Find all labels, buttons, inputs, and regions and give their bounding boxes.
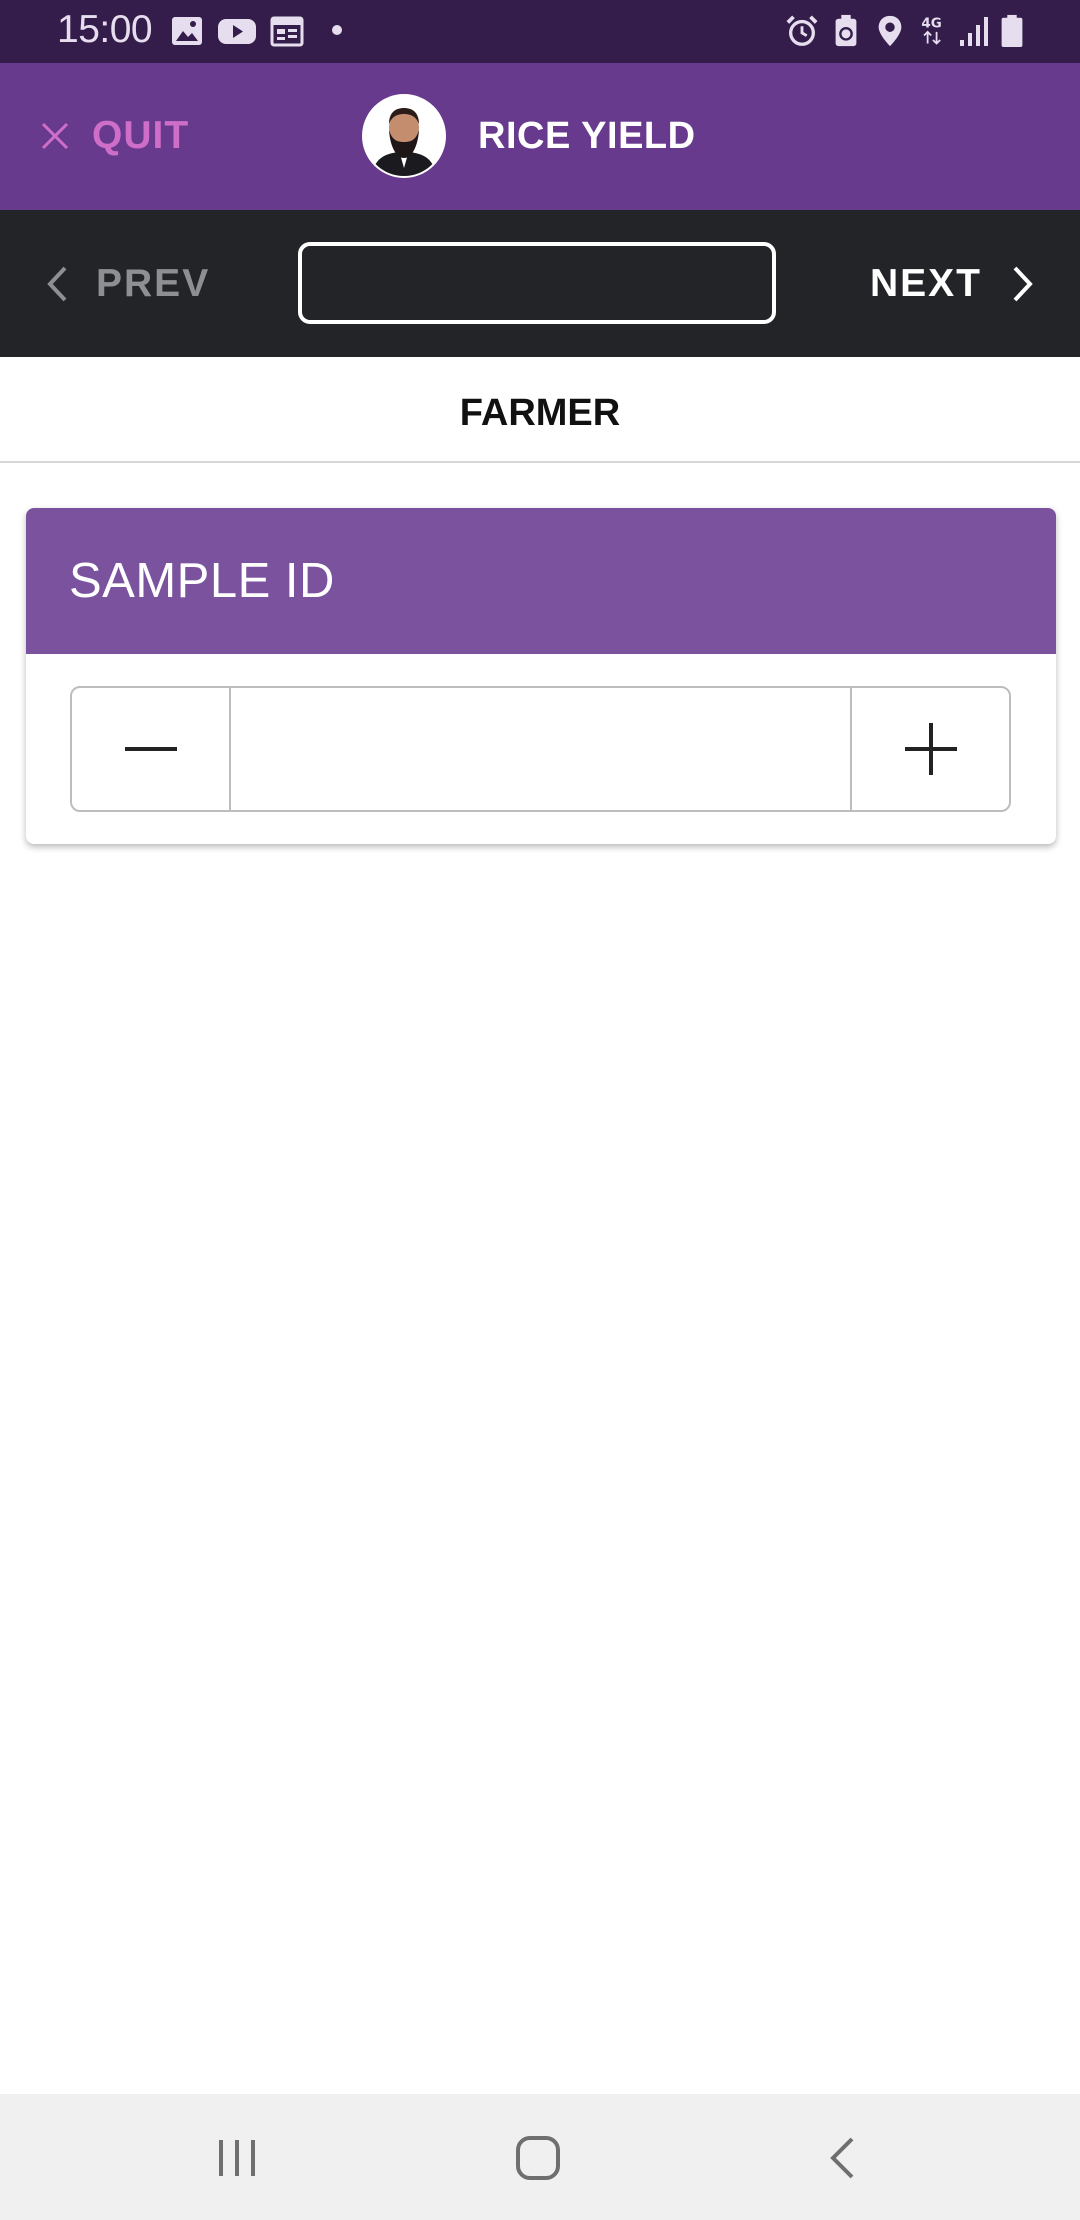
sample-id-stepper bbox=[70, 686, 1011, 812]
avatar bbox=[362, 94, 446, 178]
status-bar: 15:00 4G bbox=[0, 0, 1080, 63]
increment-button[interactable] bbox=[852, 688, 1009, 810]
question-nav-bar: PREV NEXT bbox=[0, 210, 1080, 357]
recent-apps-button[interactable] bbox=[207, 2130, 267, 2186]
app-title: RICE YIELD bbox=[478, 115, 696, 157]
close-icon bbox=[41, 122, 69, 150]
image-icon bbox=[172, 17, 202, 45]
decrement-button[interactable] bbox=[72, 688, 229, 810]
card-header: SAMPLE ID bbox=[26, 508, 1056, 654]
minus-icon bbox=[124, 747, 177, 751]
app-header: QUIT RICE YIELD bbox=[0, 63, 1080, 210]
prev-button[interactable]: PREV bbox=[46, 256, 210, 312]
calendar-icon bbox=[270, 16, 304, 47]
signal-icon bbox=[960, 17, 988, 46]
quit-label: QUIT bbox=[92, 114, 190, 157]
battery-saver-icon bbox=[835, 14, 857, 47]
battery-icon bbox=[1001, 14, 1023, 48]
chevron-left-icon bbox=[47, 266, 67, 302]
recent-apps-icon bbox=[219, 2140, 255, 2176]
svg-text:4G: 4G bbox=[921, 16, 941, 31]
section-title: FARMER bbox=[0, 357, 1080, 463]
next-button[interactable]: NEXT bbox=[870, 256, 1034, 312]
system-navigation-bar bbox=[0, 2094, 1080, 2220]
location-icon bbox=[878, 15, 902, 47]
status-time: 15:00 bbox=[57, 8, 153, 51]
prev-label: PREV bbox=[96, 262, 211, 305]
youtube-icon bbox=[218, 19, 256, 44]
back-button[interactable] bbox=[812, 2130, 872, 2186]
back-icon bbox=[830, 2137, 854, 2179]
next-label: NEXT bbox=[869, 262, 982, 305]
alarm-icon bbox=[786, 15, 818, 46]
chevron-right-icon bbox=[1013, 266, 1033, 302]
question-jump-field[interactable] bbox=[298, 242, 776, 324]
plus-icon bbox=[904, 723, 957, 775]
sample-id-card: SAMPLE ID bbox=[26, 508, 1056, 844]
sample-id-input[interactable] bbox=[229, 688, 852, 810]
4g-icon: 4G bbox=[921, 16, 942, 45]
home-icon bbox=[516, 2136, 560, 2180]
quit-button[interactable]: QUIT bbox=[40, 103, 189, 169]
dot-icon bbox=[332, 25, 342, 35]
home-button[interactable] bbox=[508, 2130, 568, 2186]
